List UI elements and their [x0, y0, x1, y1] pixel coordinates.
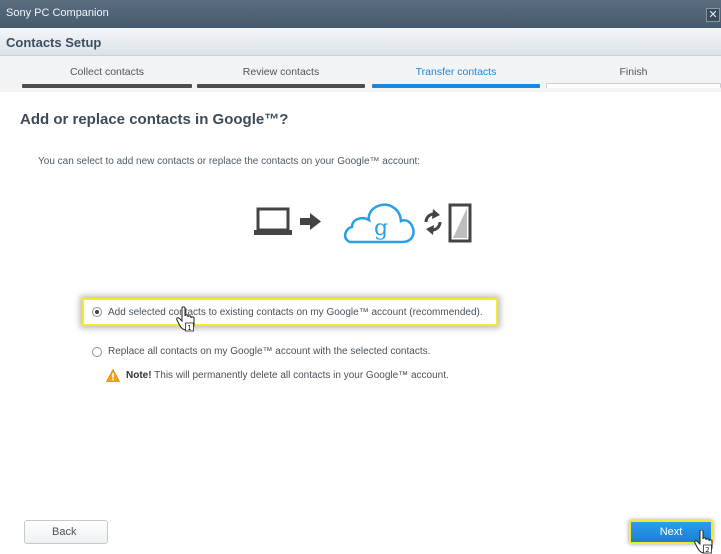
step-marker-2: 2 [705, 546, 709, 554]
step-progress-bar [546, 83, 721, 88]
option-add-contacts[interactable]: Add selected contacts to existing contac… [82, 298, 498, 326]
step-label: Collect contacts [69, 66, 145, 78]
step-finish: Finish [546, 56, 721, 92]
intro-text: You can select to add new contacts or re… [38, 156, 421, 167]
laptop-icon [254, 207, 292, 235]
step-label: Review contacts [242, 66, 320, 78]
warning-icon [106, 369, 120, 382]
hand-cursor-icon: 1 [176, 306, 195, 332]
step-marker-1: 1 [187, 324, 191, 332]
option-label: Replace all contacts on my Google™ accou… [108, 346, 431, 357]
page-title: Contacts Setup [6, 35, 102, 50]
google-cloud-icon: g [343, 203, 415, 244]
step-review-contacts: Review contacts [197, 56, 365, 92]
step-label: Finish [619, 66, 648, 78]
step-label: Transfer contacts [415, 66, 497, 78]
app-title: Sony PC Companion [6, 7, 109, 19]
arrow-right-icon [300, 213, 321, 230]
step-progress-bar [197, 84, 365, 88]
wizard-steps: Collect contacts Review contacts Transfe… [0, 56, 721, 92]
note-strong: Note! [126, 370, 152, 381]
window-titlebar: Sony PC Companion ✕ [0, 0, 721, 28]
close-button[interactable]: ✕ [706, 8, 720, 22]
sync-icon [424, 209, 442, 235]
google-g-letter: g [374, 216, 388, 241]
option-label: Add selected contacts to existing contac… [108, 307, 483, 318]
step-transfer-contacts: Transfer contacts [372, 56, 540, 92]
back-button[interactable]: Back [24, 520, 108, 544]
step-progress-bar [372, 84, 540, 88]
page-header: Contacts Setup [0, 28, 721, 56]
note-body: This will permanently delete all contact… [151, 370, 449, 381]
content-heading: Add or replace contacts in Google™? [20, 111, 289, 128]
note-text: Note! This will permanently delete all c… [126, 370, 449, 381]
phone-icon [448, 203, 472, 243]
radio-replace-contacts[interactable] [92, 347, 102, 357]
option-replace-contacts[interactable]: Replace all contacts on my Google™ accou… [82, 338, 502, 366]
step-progress-bar [22, 84, 192, 88]
transfer-illustration: g [254, 203, 472, 244]
radio-add-contacts[interactable] [92, 307, 102, 317]
hand-cursor-icon: 2 [694, 530, 713, 554]
step-collect-contacts: Collect contacts [22, 56, 192, 92]
